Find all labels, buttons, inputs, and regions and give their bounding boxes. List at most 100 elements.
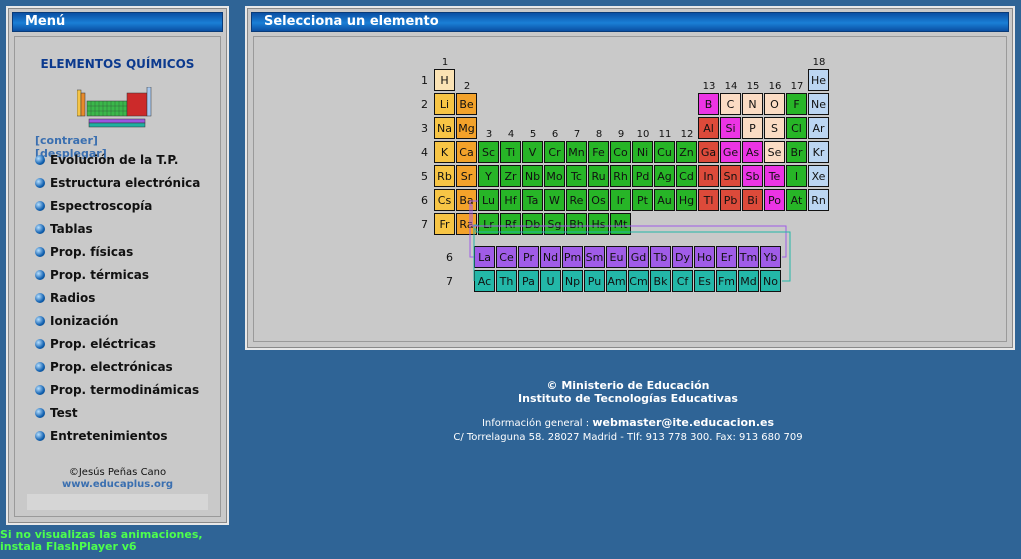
element-h[interactable]: H <box>434 69 455 91</box>
element-cu[interactable]: Cu <box>654 141 675 163</box>
element-bh[interactable]: Bh <box>566 213 587 235</box>
element-mn[interactable]: Mn <box>566 141 587 163</box>
menu-item-evolucion[interactable]: Evolución de la T.P. <box>35 152 178 168</box>
element-cf[interactable]: Cf <box>672 270 693 292</box>
element-he[interactable]: He <box>808 69 829 91</box>
element-os[interactable]: Os <box>588 189 609 211</box>
menu-item-radios[interactable]: Radios <box>35 290 95 306</box>
periodic-table-thumbnail-icon[interactable] <box>77 87 153 129</box>
element-ag[interactable]: Ag <box>654 165 675 187</box>
element-ra[interactable]: Ra <box>456 213 477 235</box>
element-pm[interactable]: Pm <box>562 246 583 268</box>
element-cd[interactable]: Cd <box>676 165 697 187</box>
element-rb[interactable]: Rb <box>434 165 455 187</box>
collapse-link[interactable]: [contraer] <box>35 134 98 147</box>
footer-email-link[interactable]: webmaster@ite.educacion.es <box>592 416 774 429</box>
menu-item-prop-termodinamicas[interactable]: Prop. termodinámicas <box>35 382 199 398</box>
element-te[interactable]: Te <box>764 165 785 187</box>
element-fm[interactable]: Fm <box>716 270 737 292</box>
element-th[interactable]: Th <box>496 270 517 292</box>
element-md[interactable]: Md <box>738 270 759 292</box>
element-se[interactable]: Se <box>764 141 785 163</box>
element-zn[interactable]: Zn <box>676 141 697 163</box>
element-ba[interactable]: Ba <box>456 189 477 211</box>
menu-item-test[interactable]: Test <box>35 405 78 421</box>
element-ga[interactable]: Ga <box>698 141 719 163</box>
element-eu[interactable]: Eu <box>606 246 627 268</box>
element-yb[interactable]: Yb <box>760 246 781 268</box>
element-ne[interactable]: Ne <box>808 93 829 115</box>
element-si[interactable]: Si <box>720 117 741 139</box>
element-lr[interactable]: Lr <box>478 213 499 235</box>
element-rf[interactable]: Rf <box>500 213 521 235</box>
element-ac[interactable]: Ac <box>474 270 495 292</box>
menu-item-ionizacion[interactable]: Ionización <box>35 313 118 329</box>
element-tb[interactable]: Tb <box>650 246 671 268</box>
element-tm[interactable]: Tm <box>738 246 759 268</box>
element-cs[interactable]: Cs <box>434 189 455 211</box>
element-lu[interactable]: Lu <box>478 189 499 211</box>
element-ru[interactable]: Ru <box>588 165 609 187</box>
element-no[interactable]: No <box>760 270 781 292</box>
element-fe[interactable]: Fe <box>588 141 609 163</box>
element-i[interactable]: I <box>786 165 807 187</box>
element-co[interactable]: Co <box>610 141 631 163</box>
element-ca[interactable]: Ca <box>456 141 477 163</box>
element-hf[interactable]: Hf <box>500 189 521 211</box>
element-rh[interactable]: Rh <box>610 165 631 187</box>
element-zr[interactable]: Zr <box>500 165 521 187</box>
element-sm[interactable]: Sm <box>584 246 605 268</box>
menu-item-prop-fisicas[interactable]: Prop. físicas <box>35 244 133 260</box>
element-be[interactable]: Be <box>456 93 477 115</box>
element-er[interactable]: Er <box>716 246 737 268</box>
element-w[interactable]: W <box>544 189 565 211</box>
element-o[interactable]: O <box>764 93 785 115</box>
element-at[interactable]: At <box>786 189 807 211</box>
element-au[interactable]: Au <box>654 189 675 211</box>
element-ir[interactable]: Ir <box>610 189 631 211</box>
menu-item-prop-termicas[interactable]: Prop. térmicas <box>35 267 149 283</box>
element-nb[interactable]: Nb <box>522 165 543 187</box>
menu-item-prop-electronicas[interactable]: Prop. electrónicas <box>35 359 173 375</box>
element-c[interactable]: C <box>720 93 741 115</box>
element-np[interactable]: Np <box>562 270 583 292</box>
element-b[interactable]: B <box>698 93 719 115</box>
element-hg[interactable]: Hg <box>676 189 697 211</box>
element-mo[interactable]: Mo <box>544 165 565 187</box>
element-cl[interactable]: Cl <box>786 117 807 139</box>
element-ar[interactable]: Ar <box>808 117 829 139</box>
element-hs[interactable]: Hs <box>588 213 609 235</box>
element-v[interactable]: V <box>522 141 543 163</box>
element-s[interactable]: S <box>764 117 785 139</box>
menu-item-espectroscopia[interactable]: Espectroscopía <box>35 198 152 214</box>
element-sr[interactable]: Sr <box>456 165 477 187</box>
menu-item-prop-electricas[interactable]: Prop. eléctricas <box>35 336 156 352</box>
element-tl[interactable]: Tl <box>698 189 719 211</box>
element-in[interactable]: In <box>698 165 719 187</box>
element-bk[interactable]: Bk <box>650 270 671 292</box>
element-mg[interactable]: Mg <box>456 117 477 139</box>
element-la[interactable]: La <box>474 246 495 268</box>
element-pa[interactable]: Pa <box>518 270 539 292</box>
element-po[interactable]: Po <box>764 189 785 211</box>
element-cm[interactable]: Cm <box>628 270 649 292</box>
element-n[interactable]: N <box>742 93 763 115</box>
element-f[interactable]: F <box>786 93 807 115</box>
element-pu[interactable]: Pu <box>584 270 605 292</box>
element-rn[interactable]: Rn <box>808 189 829 211</box>
element-ni[interactable]: Ni <box>632 141 653 163</box>
element-cr[interactable]: Cr <box>544 141 565 163</box>
element-sc[interactable]: Sc <box>478 141 499 163</box>
element-k[interactable]: K <box>434 141 455 163</box>
element-re[interactable]: Re <box>566 189 587 211</box>
element-tc[interactable]: Tc <box>566 165 587 187</box>
element-ti[interactable]: Ti <box>500 141 521 163</box>
element-sg[interactable]: Sg <box>544 213 565 235</box>
element-nd[interactable]: Nd <box>540 246 561 268</box>
element-y[interactable]: Y <box>478 165 499 187</box>
menu-item-tablas[interactable]: Tablas <box>35 221 93 237</box>
element-ho[interactable]: Ho <box>694 246 715 268</box>
element-na[interactable]: Na <box>434 117 455 139</box>
element-pd[interactable]: Pd <box>632 165 653 187</box>
element-kr[interactable]: Kr <box>808 141 829 163</box>
